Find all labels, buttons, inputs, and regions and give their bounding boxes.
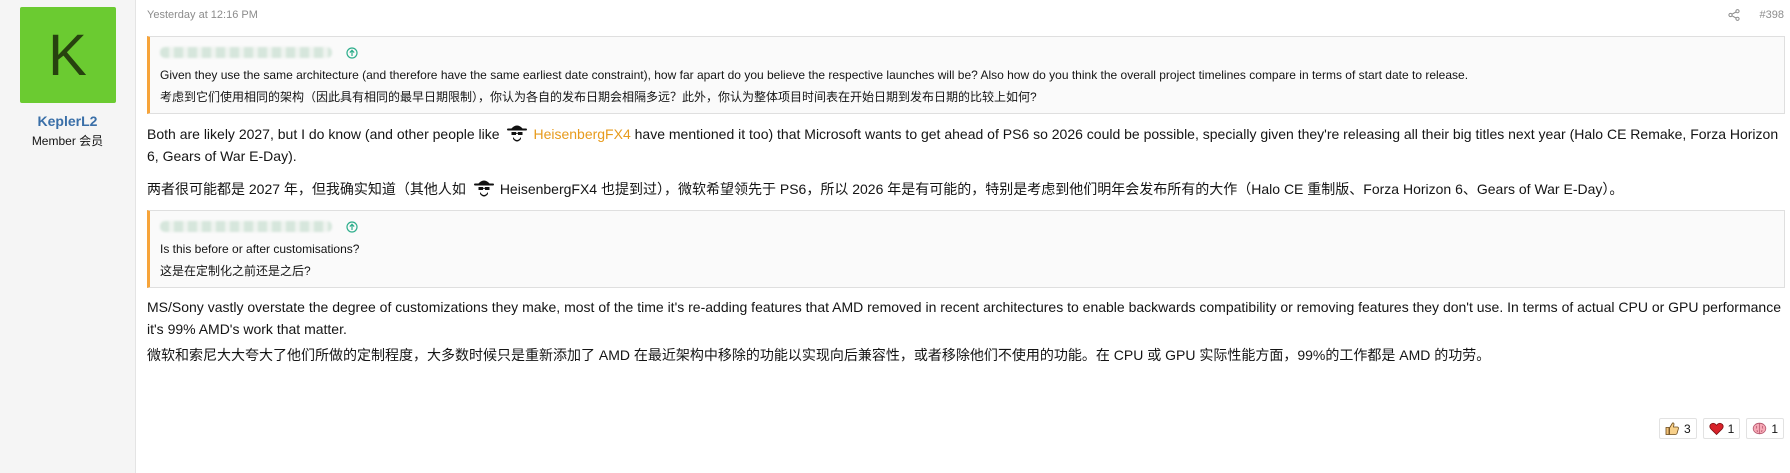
quote-header xyxy=(160,43,1784,61)
reaction-brain[interactable]: 1 xyxy=(1746,418,1784,439)
quote-text-en: Given they use the same architecture (an… xyxy=(160,68,1469,82)
heisenberg-avatar-icon xyxy=(472,177,496,199)
post-number-link[interactable]: #398 xyxy=(1760,9,1784,21)
reaction-heart[interactable]: 1 xyxy=(1702,418,1741,439)
body-text: Both are likely 2027, but I do know (and… xyxy=(147,126,504,142)
quote-text-zh: 这是在定制化之前还是之后? xyxy=(160,264,311,278)
share-icon[interactable] xyxy=(1727,9,1740,21)
quote-author-blurred[interactable] xyxy=(160,46,332,58)
reaction-count: 3 xyxy=(1683,421,1691,436)
post-timestamp[interactable]: Yesterday at 12:16 PM xyxy=(147,9,258,21)
reactions-bar: 3 1 1 xyxy=(1658,418,1784,439)
body-text: 两者很可能都是 2027 年，但我确实知道（其他人如 xyxy=(147,181,470,197)
heart-icon xyxy=(1709,421,1724,436)
user-mention-link[interactable]: HeisenbergFX4 xyxy=(533,126,630,142)
body-paragraph-1-en: Both are likely 2027, but I do know (and… xyxy=(147,122,1790,167)
brain-icon xyxy=(1752,421,1767,436)
body-paragraph-1-zh: 两者很可能都是 2027 年，但我确实知道（其他人如 HeisenbergFX4… xyxy=(147,177,1790,200)
reaction-count: 1 xyxy=(1771,421,1778,436)
user-mention-text: HeisenbergFX4 xyxy=(499,181,598,197)
thumbs-up-icon xyxy=(1665,421,1680,436)
user-sidebar: K KeplerL2 Member 会员 xyxy=(0,0,136,473)
body-text: 也提到过），微软希望领先于 PS6，所以 2026 年是有可能的，特别是考虑到他… xyxy=(597,181,1624,197)
forum-post: K KeplerL2 Member 会员 Yesterday at 12:16 … xyxy=(0,0,1790,473)
user-title: Member 会员 xyxy=(31,134,104,148)
quote-block-2: Is this before or after customisations? … xyxy=(147,210,1785,288)
quote-author-blurred[interactable] xyxy=(160,220,332,232)
quote-block-1: Given they use the same architecture (an… xyxy=(147,36,1785,114)
username-link[interactable]: KeplerL2 xyxy=(38,113,98,129)
body-paragraph-2-zh: 微软和索尼大大夸大了他们所做的定制程度，大多数时候只是重新添加了 AMD 在最近… xyxy=(147,347,1491,363)
heisenberg-avatar-icon[interactable] xyxy=(505,122,529,144)
quote-header xyxy=(160,217,1784,235)
reaction-thumbs-up[interactable]: 3 xyxy=(1658,418,1697,439)
reaction-count: 1 xyxy=(1727,421,1735,436)
post-main: Yesterday at 12:16 PM #398 Given they us… xyxy=(136,0,1790,473)
jump-to-quote-icon[interactable] xyxy=(346,220,358,233)
avatar[interactable]: K xyxy=(19,7,116,103)
quote-text-zh: 考虑到它们使用相同的架构（因此具有相同的最早日期限制），你认为各自的发布日期会相… xyxy=(160,90,1037,104)
post-header: Yesterday at 12:16 PM #398 xyxy=(147,0,1790,30)
quote-text-en: Is this before or after customisations? xyxy=(160,242,360,256)
body-paragraph-2-en: MS/Sony vastly overstate the degree of c… xyxy=(147,299,1781,337)
jump-to-quote-icon[interactable] xyxy=(346,46,358,59)
